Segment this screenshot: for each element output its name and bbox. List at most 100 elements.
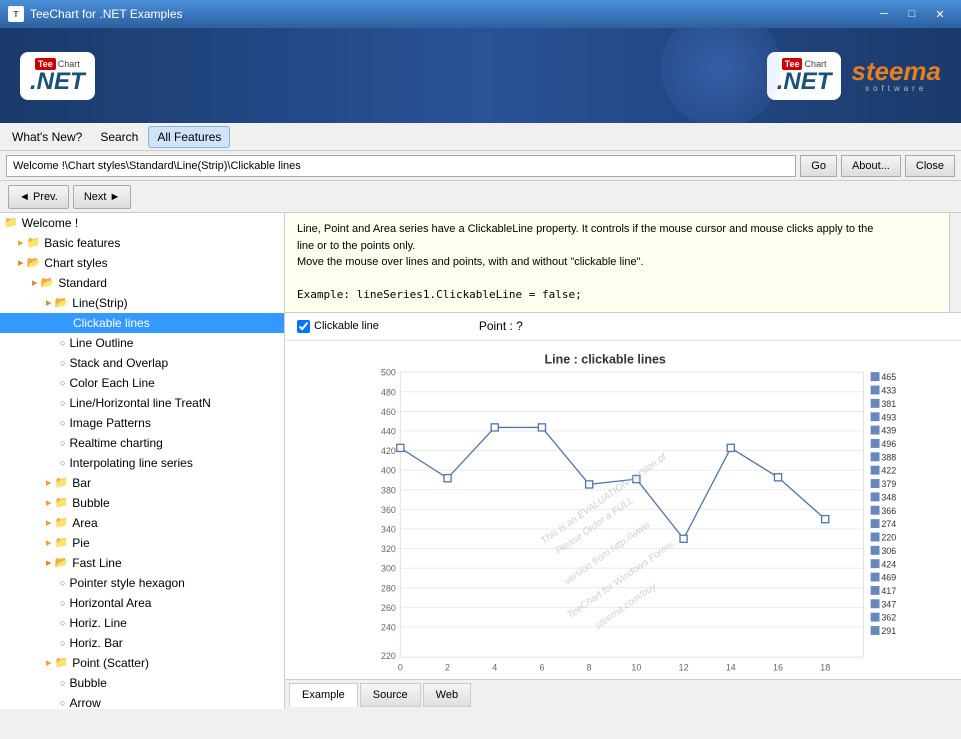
sidebar-item-11[interactable]: ○Realtime charting (0, 433, 284, 453)
legend-color-17 (871, 585, 880, 594)
sidebar-item-14[interactable]: ▸ 📁Bubble (0, 493, 284, 513)
main-layout: 📁Welcome !▸ 📁Basic features▸ 📂Chart styl… (0, 213, 961, 709)
sidebar-label-3: Standard (58, 274, 107, 292)
sidebar-item-17[interactable]: ▸ 📂Fast Line (0, 553, 284, 573)
svg-text:280: 280 (381, 583, 396, 593)
data-point[interactable] (727, 444, 734, 451)
legend-color-10 (871, 492, 880, 501)
sidebar-item-1[interactable]: ▸ 📁Basic features (0, 233, 284, 253)
sidebar-item-6[interactable]: ○Line Outline (0, 333, 284, 353)
sidebar-item-4[interactable]: ▸ 📂Line(Strip) (0, 293, 284, 313)
clickable-line-label[interactable]: Clickable line (297, 320, 379, 333)
sidebar-item-7[interactable]: ○Stack and Overlap (0, 353, 284, 373)
sidebar-item-9[interactable]: ○Line/Horizontal line TreatN (0, 393, 284, 413)
data-point[interactable] (822, 515, 829, 522)
svg-text:500: 500 (381, 367, 396, 377)
legend-val-17: 417 (881, 585, 896, 595)
sidebar-item-0[interactable]: 📁Welcome ! (0, 213, 284, 233)
svg-text:260: 260 (381, 602, 396, 612)
data-point[interactable] (680, 535, 687, 542)
header-banner: Tee Chart .NET Tee Chart .NET steema sof… (0, 28, 961, 123)
legend-val-18: 347 (881, 599, 896, 609)
sidebar-item-3[interactable]: ▸ 📂Standard (0, 273, 284, 293)
legend-val-9: 379 (881, 479, 896, 489)
svg-text:320: 320 (381, 544, 396, 554)
banner-decoration (661, 28, 781, 123)
go-button[interactable]: Go (800, 155, 837, 177)
sidebar-item-22[interactable]: ▸ 📁Point (Scatter) (0, 653, 284, 673)
sidebar-label-13: Bar (72, 474, 91, 492)
legend-val-3: 381 (881, 398, 896, 408)
svg-text:420: 420 (381, 446, 396, 456)
menu-all-features[interactable]: All Features (148, 126, 230, 148)
menu-whats-new[interactable]: What's New? (4, 127, 90, 147)
sidebar-label-10: Image Patterns (69, 414, 150, 432)
point-label: Point : ? (479, 319, 523, 333)
tab-web[interactable]: Web (423, 683, 471, 707)
address-input[interactable] (6, 155, 796, 177)
sidebar-item-2[interactable]: ▸ 📂Chart styles (0, 253, 284, 273)
legend-color-15 (871, 559, 880, 568)
close-button[interactable]: ✕ (927, 4, 953, 24)
legend-val-4: 493 (881, 412, 896, 422)
info-line1: Line, Point and Area series have a Click… (297, 221, 949, 238)
close-addr-button[interactable]: Close (905, 155, 955, 177)
menu-search[interactable]: Search (92, 127, 146, 147)
data-point[interactable] (444, 474, 451, 481)
maximize-button[interactable]: □ (899, 4, 925, 24)
minimize-button[interactable]: ─ (871, 4, 897, 24)
svg-text:400: 400 (381, 465, 396, 475)
sidebar-item-19[interactable]: ○Horizontal Area (0, 593, 284, 613)
data-point[interactable] (774, 473, 781, 480)
data-point[interactable] (397, 444, 404, 451)
sidebar-label-23: Bubble (69, 674, 106, 692)
legend-color-16 (871, 572, 880, 581)
svg-text:380: 380 (381, 485, 396, 495)
sidebar-label-18: Pointer style hexagon (69, 574, 184, 592)
logo-left: Tee Chart .NET (20, 52, 95, 100)
sidebar-label-19: Horizontal Area (69, 594, 151, 612)
prev-button[interactable]: ◄ Prev. (8, 185, 69, 209)
info-line5: Example: lineSeries1.ClickableLine = fal… (297, 287, 949, 304)
chart-svg: Line : clickable lines (285, 341, 961, 680)
sidebar-item-24[interactable]: ○Arrow (0, 693, 284, 709)
svg-text:8: 8 (587, 662, 592, 672)
checkbox-area: Clickable line Point : ? (285, 313, 961, 341)
svg-text:18: 18 (820, 662, 830, 672)
tab-example[interactable]: Example (289, 683, 358, 707)
info-scrollbar[interactable] (949, 213, 961, 312)
sidebar-label-1: Basic features (44, 234, 120, 252)
sidebar-item-21[interactable]: ○Horiz. Bar (0, 633, 284, 653)
sidebar-item-20[interactable]: ○Horiz. Line (0, 613, 284, 633)
sidebar-label-15: Area (72, 514, 97, 532)
data-point[interactable] (538, 423, 545, 430)
legend-val-14: 306 (881, 545, 896, 555)
legend-val-13: 220 (881, 532, 896, 542)
legend-val-15: 424 (881, 559, 896, 569)
legend-color-7 (871, 452, 880, 461)
sidebar-item-18[interactable]: ○Pointer style hexagon (0, 573, 284, 593)
tab-source[interactable]: Source (360, 683, 421, 707)
clickable-line-checkbox[interactable] (297, 320, 310, 333)
sidebar-item-13[interactable]: ▸ 📁Bar (0, 473, 284, 493)
sidebar-item-8[interactable]: ○Color Each Line (0, 373, 284, 393)
legend-val-16: 469 (881, 572, 896, 582)
sidebar-label-14: Bubble (72, 494, 109, 512)
sidebar-item-10[interactable]: ○Image Patterns (0, 413, 284, 433)
sidebar-item-5[interactable]: ⦿Clickable lines (0, 313, 284, 333)
bottom-tabs: Example Source Web (285, 679, 961, 709)
sidebar-item-16[interactable]: ▸ 📁Pie (0, 533, 284, 553)
about-button[interactable]: About... (841, 155, 901, 177)
sidebar-item-15[interactable]: ▸ 📁Area (0, 513, 284, 533)
legend-color-6 (871, 438, 880, 447)
sidebar-item-23[interactable]: ○Bubble (0, 673, 284, 693)
sidebar-item-12[interactable]: ○Interpolating line series (0, 453, 284, 473)
app-icon: T (8, 6, 24, 22)
svg-text:0: 0 (398, 662, 403, 672)
next-button[interactable]: Next ► (73, 185, 132, 209)
legend-color-4 (871, 412, 880, 421)
data-point[interactable] (586, 480, 593, 487)
data-point[interactable] (491, 423, 498, 430)
svg-text:4: 4 (492, 662, 497, 672)
sidebar-label-20: Horiz. Line (69, 614, 126, 632)
